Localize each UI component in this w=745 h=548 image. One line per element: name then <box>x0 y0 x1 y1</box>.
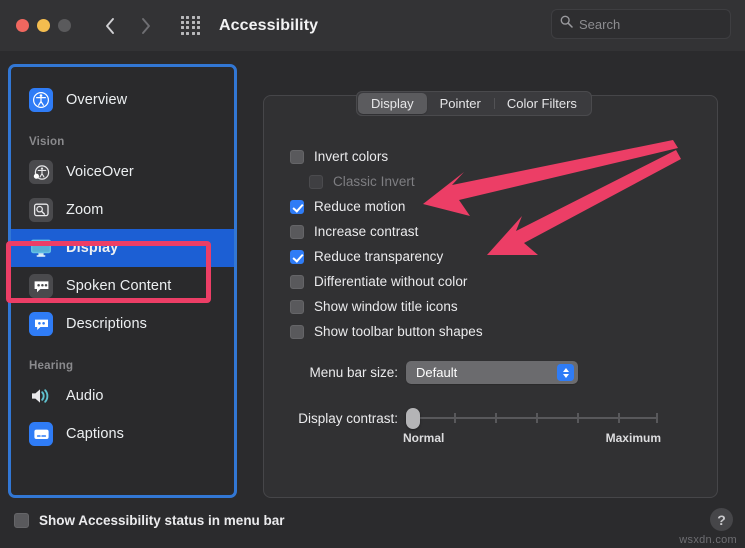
display-contrast-slider[interactable]: Normal Maximum <box>406 407 658 429</box>
sidebar-item-descriptions[interactable]: Descriptions <box>15 305 230 343</box>
chevron-updown-icon <box>557 364 574 381</box>
slider-tick <box>618 413 620 423</box>
sidebar-item-label: Zoom <box>66 202 103 218</box>
slider-max-caption: Maximum <box>606 431 661 445</box>
window-titlebar: Accessibility Search <box>0 0 745 51</box>
display-monitor-icon <box>29 236 53 260</box>
slider-min-caption: Normal <box>403 431 444 445</box>
traffic-lights <box>16 19 71 32</box>
sidebar-item-voiceover[interactable]: VoiceOver <box>15 153 230 191</box>
checkbox-increase-contrast[interactable] <box>290 225 304 239</box>
tab-pointer[interactable]: Pointer <box>427 93 494 114</box>
menu-bar-size-label: Menu bar size: <box>290 365 398 380</box>
zoom-magnifier-icon <box>29 198 53 222</box>
sidebar-item-label: Display <box>66 240 118 256</box>
page-title: Accessibility <box>219 17 318 35</box>
sidebar-item-spoken-content[interactable]: Spoken Content <box>15 267 230 305</box>
display-contrast-row: Display contrast: Normal Maximum <box>290 407 658 429</box>
option-label: Reduce motion <box>314 199 405 214</box>
help-button[interactable]: ? <box>710 508 733 531</box>
display-settings-panel: Invert colors Classic Invert Reduce moti… <box>263 95 718 498</box>
spoken-content-icon <box>29 274 53 298</box>
sidebar-item-display[interactable]: Display <box>11 229 234 267</box>
tab-display[interactable]: Display <box>358 93 427 114</box>
accessibility-status-label: Show Accessibility status in menu bar <box>39 513 285 528</box>
option-label: Classic Invert <box>333 174 415 189</box>
display-contrast-label: Display contrast: <box>290 411 398 426</box>
option-row-show-window-title-icons[interactable]: Show window title icons <box>290 294 483 319</box>
close-window-button[interactable] <box>16 19 29 32</box>
checkbox-reduce-motion[interactable] <box>290 200 304 214</box>
slider-tick <box>536 413 538 423</box>
accessibility-sidebar[interactable]: Overview Vision VoiceOver Zoom Display <box>11 67 234 495</box>
checkbox-differentiate-without-color[interactable] <box>290 275 304 289</box>
option-row-increase-contrast[interactable]: Increase contrast <box>290 219 483 244</box>
navigation-buttons <box>103 16 152 36</box>
option-row-classic-invert: Classic Invert <box>290 169 483 194</box>
checkbox-show-accessibility-status[interactable] <box>14 513 29 528</box>
descriptions-icon <box>29 312 53 336</box>
audio-speaker-icon <box>29 384 53 408</box>
option-row-reduce-motion[interactable]: Reduce motion <box>290 194 483 219</box>
display-tab-bar[interactable]: Display Pointer Color Filters <box>356 91 592 116</box>
option-label: Reduce transparency <box>314 249 443 264</box>
sidebar-item-label: Audio <box>66 388 104 404</box>
menu-bar-size-select[interactable]: Default <box>406 361 578 384</box>
option-label: Increase contrast <box>314 224 418 239</box>
search-icon <box>560 15 573 33</box>
back-chevron-icon[interactable] <box>103 16 117 36</box>
option-row-invert-colors[interactable]: Invert colors <box>290 144 483 169</box>
watermark: wsxdn.com <box>679 534 737 546</box>
sidebar-item-label: VoiceOver <box>66 164 134 180</box>
sidebar-item-label: Descriptions <box>66 316 147 332</box>
sidebar-item-overview[interactable]: Overview <box>15 81 230 119</box>
option-label: Show window title icons <box>314 299 458 314</box>
menu-bar-size-row: Menu bar size: Default <box>290 361 578 384</box>
sidebar-item-label: Spoken Content <box>66 278 171 294</box>
checkbox-invert-colors[interactable] <box>290 150 304 164</box>
captions-icon <box>29 422 53 446</box>
slider-tick <box>656 413 658 423</box>
tab-color-filters[interactable]: Color Filters <box>494 93 590 114</box>
option-row-differentiate-without-color[interactable]: Differentiate without color <box>290 269 483 294</box>
slider-tick <box>495 413 497 423</box>
slider-thumb[interactable] <box>406 408 420 429</box>
sidebar-item-zoom[interactable]: Zoom <box>15 191 230 229</box>
sidebar-item-label: Overview <box>66 92 127 108</box>
accessibility-icon <box>29 88 53 112</box>
slider-tick <box>577 413 579 423</box>
forward-chevron-icon[interactable] <box>138 16 152 36</box>
show-all-preferences-icon[interactable] <box>181 16 201 36</box>
option-label: Show toolbar button shapes <box>314 324 483 339</box>
voiceover-icon <box>29 160 53 184</box>
display-options-list: Invert colors Classic Invert Reduce moti… <box>290 144 483 344</box>
search-input[interactable]: Search <box>551 9 731 39</box>
sidebar-focus-ring: Overview Vision VoiceOver Zoom Display <box>8 64 237 498</box>
checkbox-show-toolbar-button-shapes[interactable] <box>290 325 304 339</box>
sidebar-section-hearing: Hearing <box>11 360 234 372</box>
accessibility-status-row[interactable]: Show Accessibility status in menu bar <box>14 513 285 528</box>
search-placeholder: Search <box>579 17 620 32</box>
sidebar-item-captions[interactable]: Captions <box>15 415 230 453</box>
option-label: Invert colors <box>314 149 388 164</box>
checkbox-classic-invert <box>309 175 323 189</box>
option-label: Differentiate without color <box>314 274 467 289</box>
checkbox-show-window-title-icons[interactable] <box>290 300 304 314</box>
checkbox-reduce-transparency[interactable] <box>290 250 304 264</box>
sidebar-item-label: Captions <box>66 426 124 442</box>
zoom-window-button[interactable] <box>58 19 71 32</box>
option-row-reduce-transparency[interactable]: Reduce transparency <box>290 244 483 269</box>
slider-tick <box>454 413 456 423</box>
minimize-window-button[interactable] <box>37 19 50 32</box>
menu-bar-size-value: Default <box>416 365 557 380</box>
sidebar-section-vision: Vision <box>11 136 234 148</box>
sidebar-item-audio[interactable]: Audio <box>15 377 230 415</box>
option-row-show-toolbar-button-shapes[interactable]: Show toolbar button shapes <box>290 319 483 344</box>
